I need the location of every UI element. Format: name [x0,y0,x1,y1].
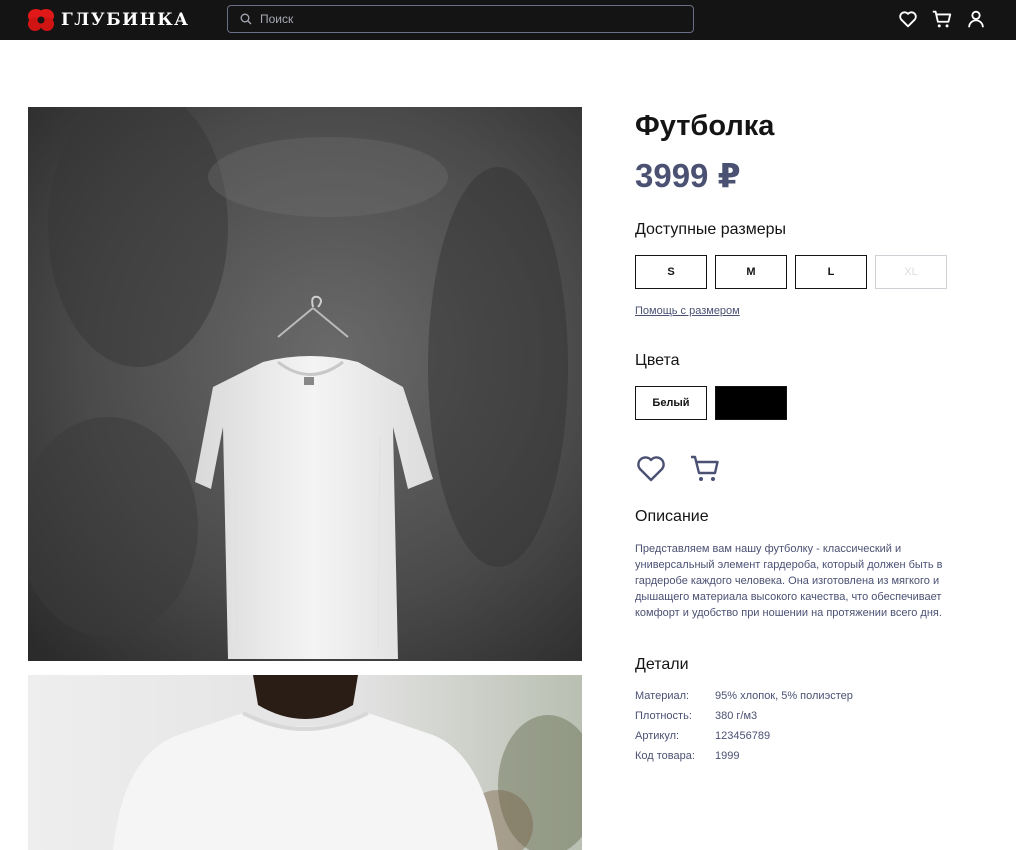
size-option-s[interactable]: S [635,255,707,289]
size-option-l[interactable]: L [795,255,867,289]
tshirt-on-hanger-image [28,107,582,661]
details-heading: Детали [635,656,689,673]
product-details: Материал: 95% хлопок, 5% полиэстер Плотн… [635,688,853,768]
poppy-flower-icon [28,9,54,31]
product-price: 3999 ₽ [635,157,741,194]
description-heading: Описание [635,508,709,525]
color-selector: Белый [635,386,787,420]
product-description: Представляем вам нашу футболку - классич… [635,543,943,619]
size-option-m[interactable]: M [715,255,787,289]
brand-name: ГЛУБИНКА [61,10,190,30]
color-option-white[interactable]: Белый [635,386,707,420]
details-value: 95% хлопок, 5% полиэстер [715,690,853,702]
product-actions [635,452,721,484]
model-wearing-tshirt-image [28,675,582,850]
details-value: 123456789 [715,730,771,742]
details-row: Материал: 95% хлопок, 5% полиэстер [635,688,853,708]
brand-logo[interactable]: ГЛУБИНКА [27,5,190,35]
size-option-xl[interactable]: XL [875,255,947,289]
user-account-icon[interactable] [965,8,987,30]
details-row: Код товара: 1999 [635,748,853,768]
product-image-main[interactable] [28,107,582,661]
top-navigation-bar: ГЛУБИНКА [0,0,1016,40]
favorites-heart-icon[interactable] [897,8,919,30]
add-to-cart-icon[interactable] [689,452,721,484]
details-key: Плотность: [635,710,692,722]
size-help-link[interactable]: Помощь с размером [635,305,740,317]
size-selector: S M L XL [635,255,947,289]
details-row: Плотность: 380 г/м3 [635,708,853,728]
search-input[interactable] [260,12,680,26]
search-bar[interactable] [227,5,694,33]
details-row: Артикул: 123456789 [635,728,853,748]
details-value: 380 г/м3 [715,710,758,722]
details-value: 1999 [715,750,740,762]
cart-icon[interactable] [931,8,953,30]
color-option-black[interactable] [715,386,787,420]
sizes-heading: Доступные размеры [635,221,787,238]
add-to-favorites-heart-icon[interactable] [635,452,667,484]
product-image-secondary[interactable] [28,675,582,850]
colors-heading: Цвета [635,352,680,369]
details-key: Материал: [635,690,690,702]
details-key: Код товара: [635,750,695,762]
details-key: Артикул: [635,730,680,742]
search-icon [240,13,252,25]
product-title: Футболка [635,110,775,142]
